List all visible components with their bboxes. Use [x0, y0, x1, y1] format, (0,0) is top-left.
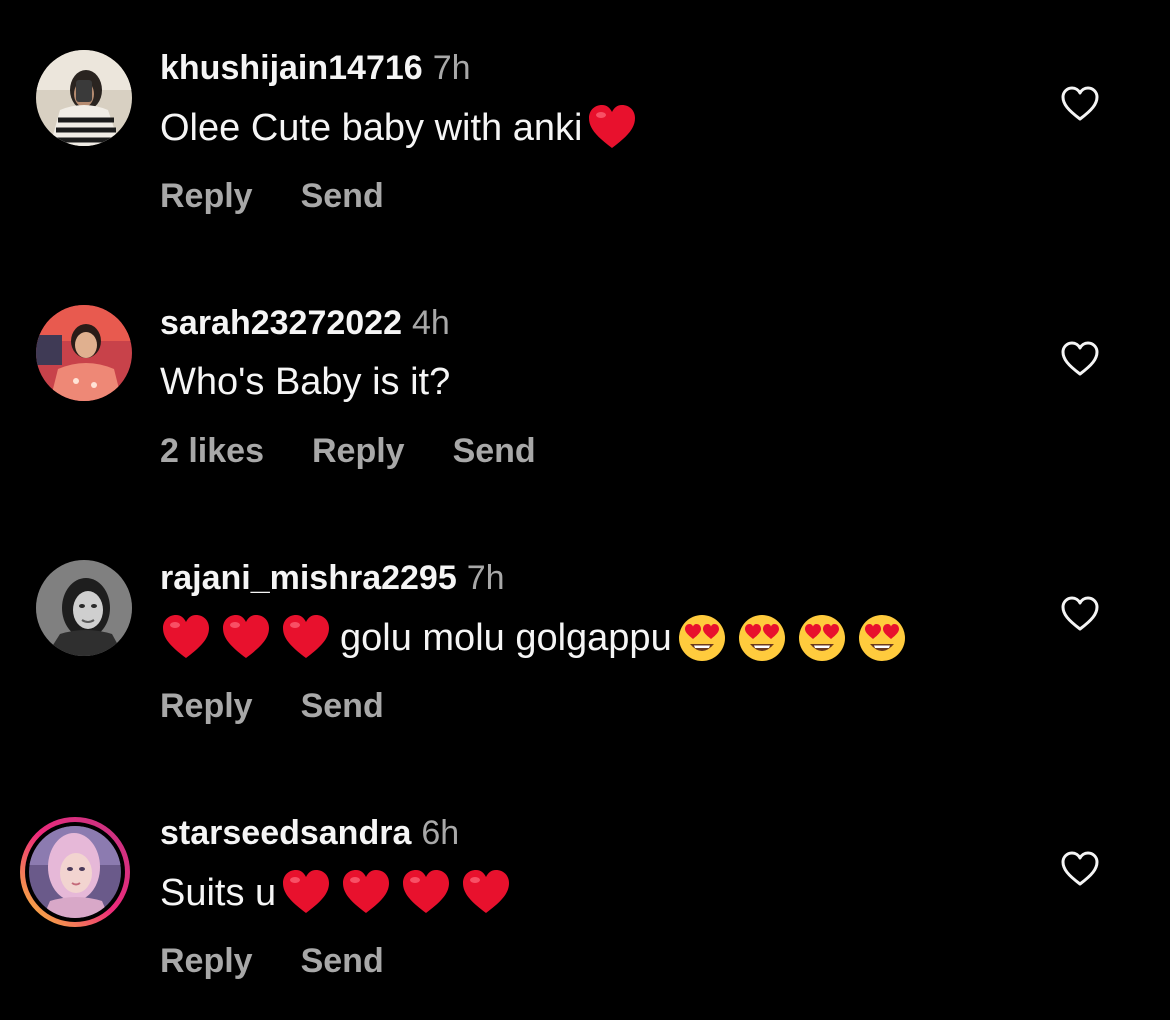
red-heart-emoji: [160, 612, 212, 664]
comment-item: sarah23272022 4h Who's Baby is it? 2 like…: [0, 255, 1170, 510]
comment-body: Suits u: [160, 872, 277, 914]
comment-header: starseedsandra 6h: [160, 813, 459, 853]
avatar[interactable]: [36, 560, 132, 656]
red-heart-emoji: [400, 867, 452, 919]
red-heart-emoji: [586, 102, 638, 154]
comment-time: 7h: [432, 49, 471, 87]
avatar[interactable]: [36, 305, 132, 401]
comment-header: rajani_mishra2295 7h: [160, 558, 505, 598]
comment-header: sarah23272022 4h: [160, 303, 450, 343]
red-heart-emoji: [460, 867, 512, 919]
heart-outline-icon[interactable]: [1060, 340, 1100, 380]
comment-actions: Reply Send: [160, 686, 432, 726]
avatar[interactable]: [36, 50, 132, 146]
comment-actions: Reply Send: [160, 941, 432, 981]
username[interactable]: rajani_mishra2295: [160, 559, 457, 597]
send-button[interactable]: Send: [453, 432, 536, 470]
reply-button[interactable]: Reply: [312, 432, 405, 470]
comment-text: Olee Cute baby with anki: [160, 102, 646, 154]
heart-eyes-emoji: [676, 612, 728, 664]
comment-body: Olee Cute baby with anki: [160, 107, 583, 149]
comment-actions: 2 likes Reply Send: [160, 431, 584, 471]
send-button[interactable]: Send: [301, 687, 384, 725]
heart-outline-icon[interactable]: [1060, 850, 1100, 890]
comment-body: Who's Baby is it?: [160, 361, 451, 403]
username[interactable]: khushijain14716: [160, 49, 423, 87]
comment-time: 4h: [412, 304, 450, 342]
comment-time: 7h: [466, 559, 505, 597]
comment-item: starseedsandra 6h Suits u Reply Send: [0, 765, 1170, 1020]
comment-text: Suits u: [160, 867, 520, 919]
red-heart-emoji: [280, 612, 332, 664]
heart-eyes-emoji: [796, 612, 848, 664]
red-heart-emoji: [340, 867, 392, 919]
heart-eyes-emoji: [736, 612, 788, 664]
heart-outline-icon[interactable]: [1060, 85, 1100, 125]
username[interactable]: sarah23272022: [160, 304, 402, 342]
comment-header: khushijain14716 7h: [160, 48, 471, 88]
comment-time: 6h: [421, 814, 460, 852]
red-heart-emoji: [280, 867, 332, 919]
comment-text: golu molu golgappu: [160, 612, 916, 664]
send-button[interactable]: Send: [301, 177, 384, 215]
comment-body: golu molu golgappu: [340, 617, 672, 659]
likes-count[interactable]: 2 likes: [160, 432, 264, 470]
reply-button[interactable]: Reply: [160, 177, 253, 215]
comment-item: rajani_mishra2295 7h golu molu golgappu R…: [0, 510, 1170, 765]
red-heart-emoji: [220, 612, 272, 664]
comment-item: khushijain14716 7h Olee Cute baby with an…: [0, 0, 1170, 255]
heart-eyes-emoji: [856, 612, 908, 664]
reply-button[interactable]: Reply: [160, 942, 253, 980]
comment-text: Who's Baby is it?: [160, 357, 450, 407]
send-button[interactable]: Send: [301, 942, 384, 980]
comment-actions: Reply Send: [160, 176, 432, 216]
username[interactable]: starseedsandra: [160, 814, 411, 852]
reply-button[interactable]: Reply: [160, 687, 253, 725]
heart-outline-icon[interactable]: [1060, 595, 1100, 635]
avatar[interactable]: [18, 815, 132, 929]
